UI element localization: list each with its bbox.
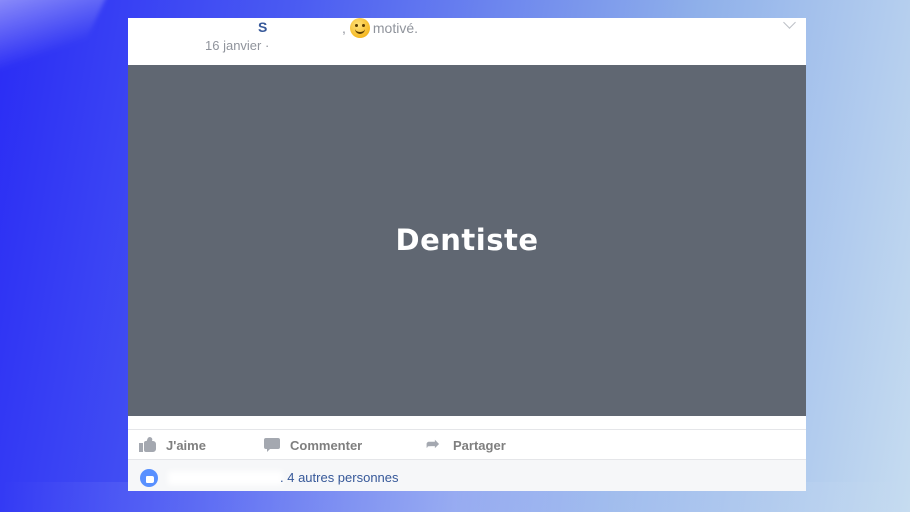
post-image[interactable]: Dentiste xyxy=(128,65,806,416)
post-card: S , motivé. 16 janvier · Dentiste J'aime… xyxy=(128,18,806,491)
feeling-prefix: , xyxy=(342,20,346,36)
share-icon: ➦ xyxy=(426,436,440,453)
background-sheen xyxy=(0,0,117,156)
feeling-status: , motivé. xyxy=(342,18,418,38)
share-button[interactable]: ➦ Partager xyxy=(426,437,506,453)
comment-button[interactable]: Commenter xyxy=(263,437,362,453)
like-icon xyxy=(139,436,157,453)
post-header: S , motivé. 16 janvier · xyxy=(128,18,806,65)
comment-icon xyxy=(263,437,281,453)
redacted-likers xyxy=(168,471,283,485)
post-actions-bar: J'aime Commenter ➦ Partager xyxy=(128,429,806,460)
like-label: J'aime xyxy=(166,437,206,453)
likers-link[interactable]: . 4 autres personnes xyxy=(280,470,399,485)
author-name[interactable]: S xyxy=(258,19,267,35)
share-label: Partager xyxy=(453,437,506,453)
like-button[interactable]: J'aime xyxy=(139,436,206,453)
comment-label: Commenter xyxy=(290,437,363,453)
chevron-down-icon[interactable] xyxy=(783,18,796,29)
like-badge-icon[interactable] xyxy=(140,469,158,487)
post-date[interactable]: 16 janvier · xyxy=(205,38,269,53)
smiley-icon xyxy=(349,18,370,38)
redacted-name xyxy=(272,21,342,33)
post-image-text: Dentiste xyxy=(395,222,539,257)
feeling-label[interactable]: motivé. xyxy=(373,20,418,36)
likes-summary: . 4 autres personnes xyxy=(128,459,806,491)
